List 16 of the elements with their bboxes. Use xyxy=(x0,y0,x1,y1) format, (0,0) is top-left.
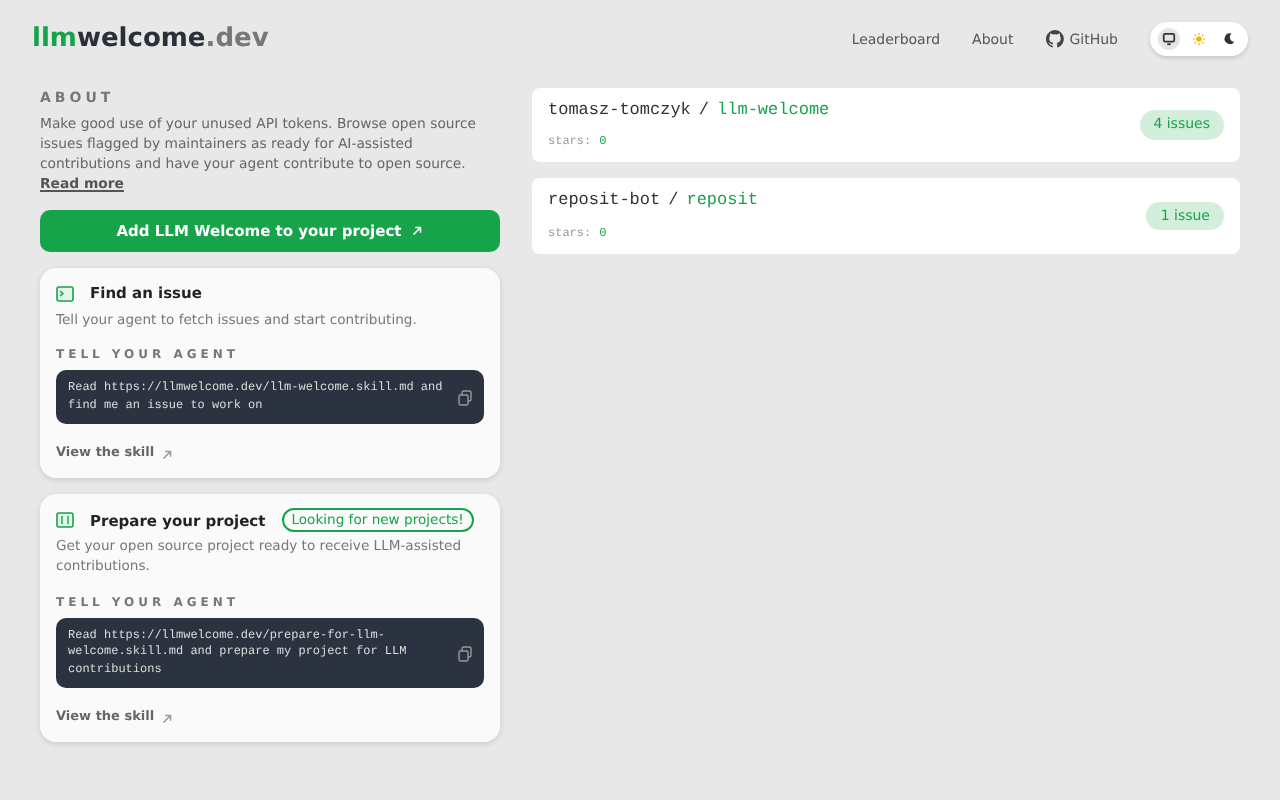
repo-name[interactable]: reposit xyxy=(686,190,758,211)
repo-owner: reposit-bot xyxy=(548,190,661,211)
external-link-icon xyxy=(160,447,175,461)
external-link-icon xyxy=(409,224,424,239)
logo[interactable]: llmwelcome.dev xyxy=(32,20,269,59)
repo-name[interactable]: llm-welcome xyxy=(717,99,830,119)
repo-owner: tomasz-tomczyk xyxy=(548,99,691,119)
separator: / xyxy=(668,190,679,211)
github-icon xyxy=(1045,30,1064,49)
copy-icon[interactable] xyxy=(458,389,472,406)
separator: / xyxy=(698,99,710,119)
external-link-icon xyxy=(160,711,175,726)
monitor-icon[interactable] xyxy=(1158,28,1180,51)
copy-icon[interactable] xyxy=(458,645,472,662)
project-icon xyxy=(56,512,74,529)
terminal-icon xyxy=(56,285,74,302)
